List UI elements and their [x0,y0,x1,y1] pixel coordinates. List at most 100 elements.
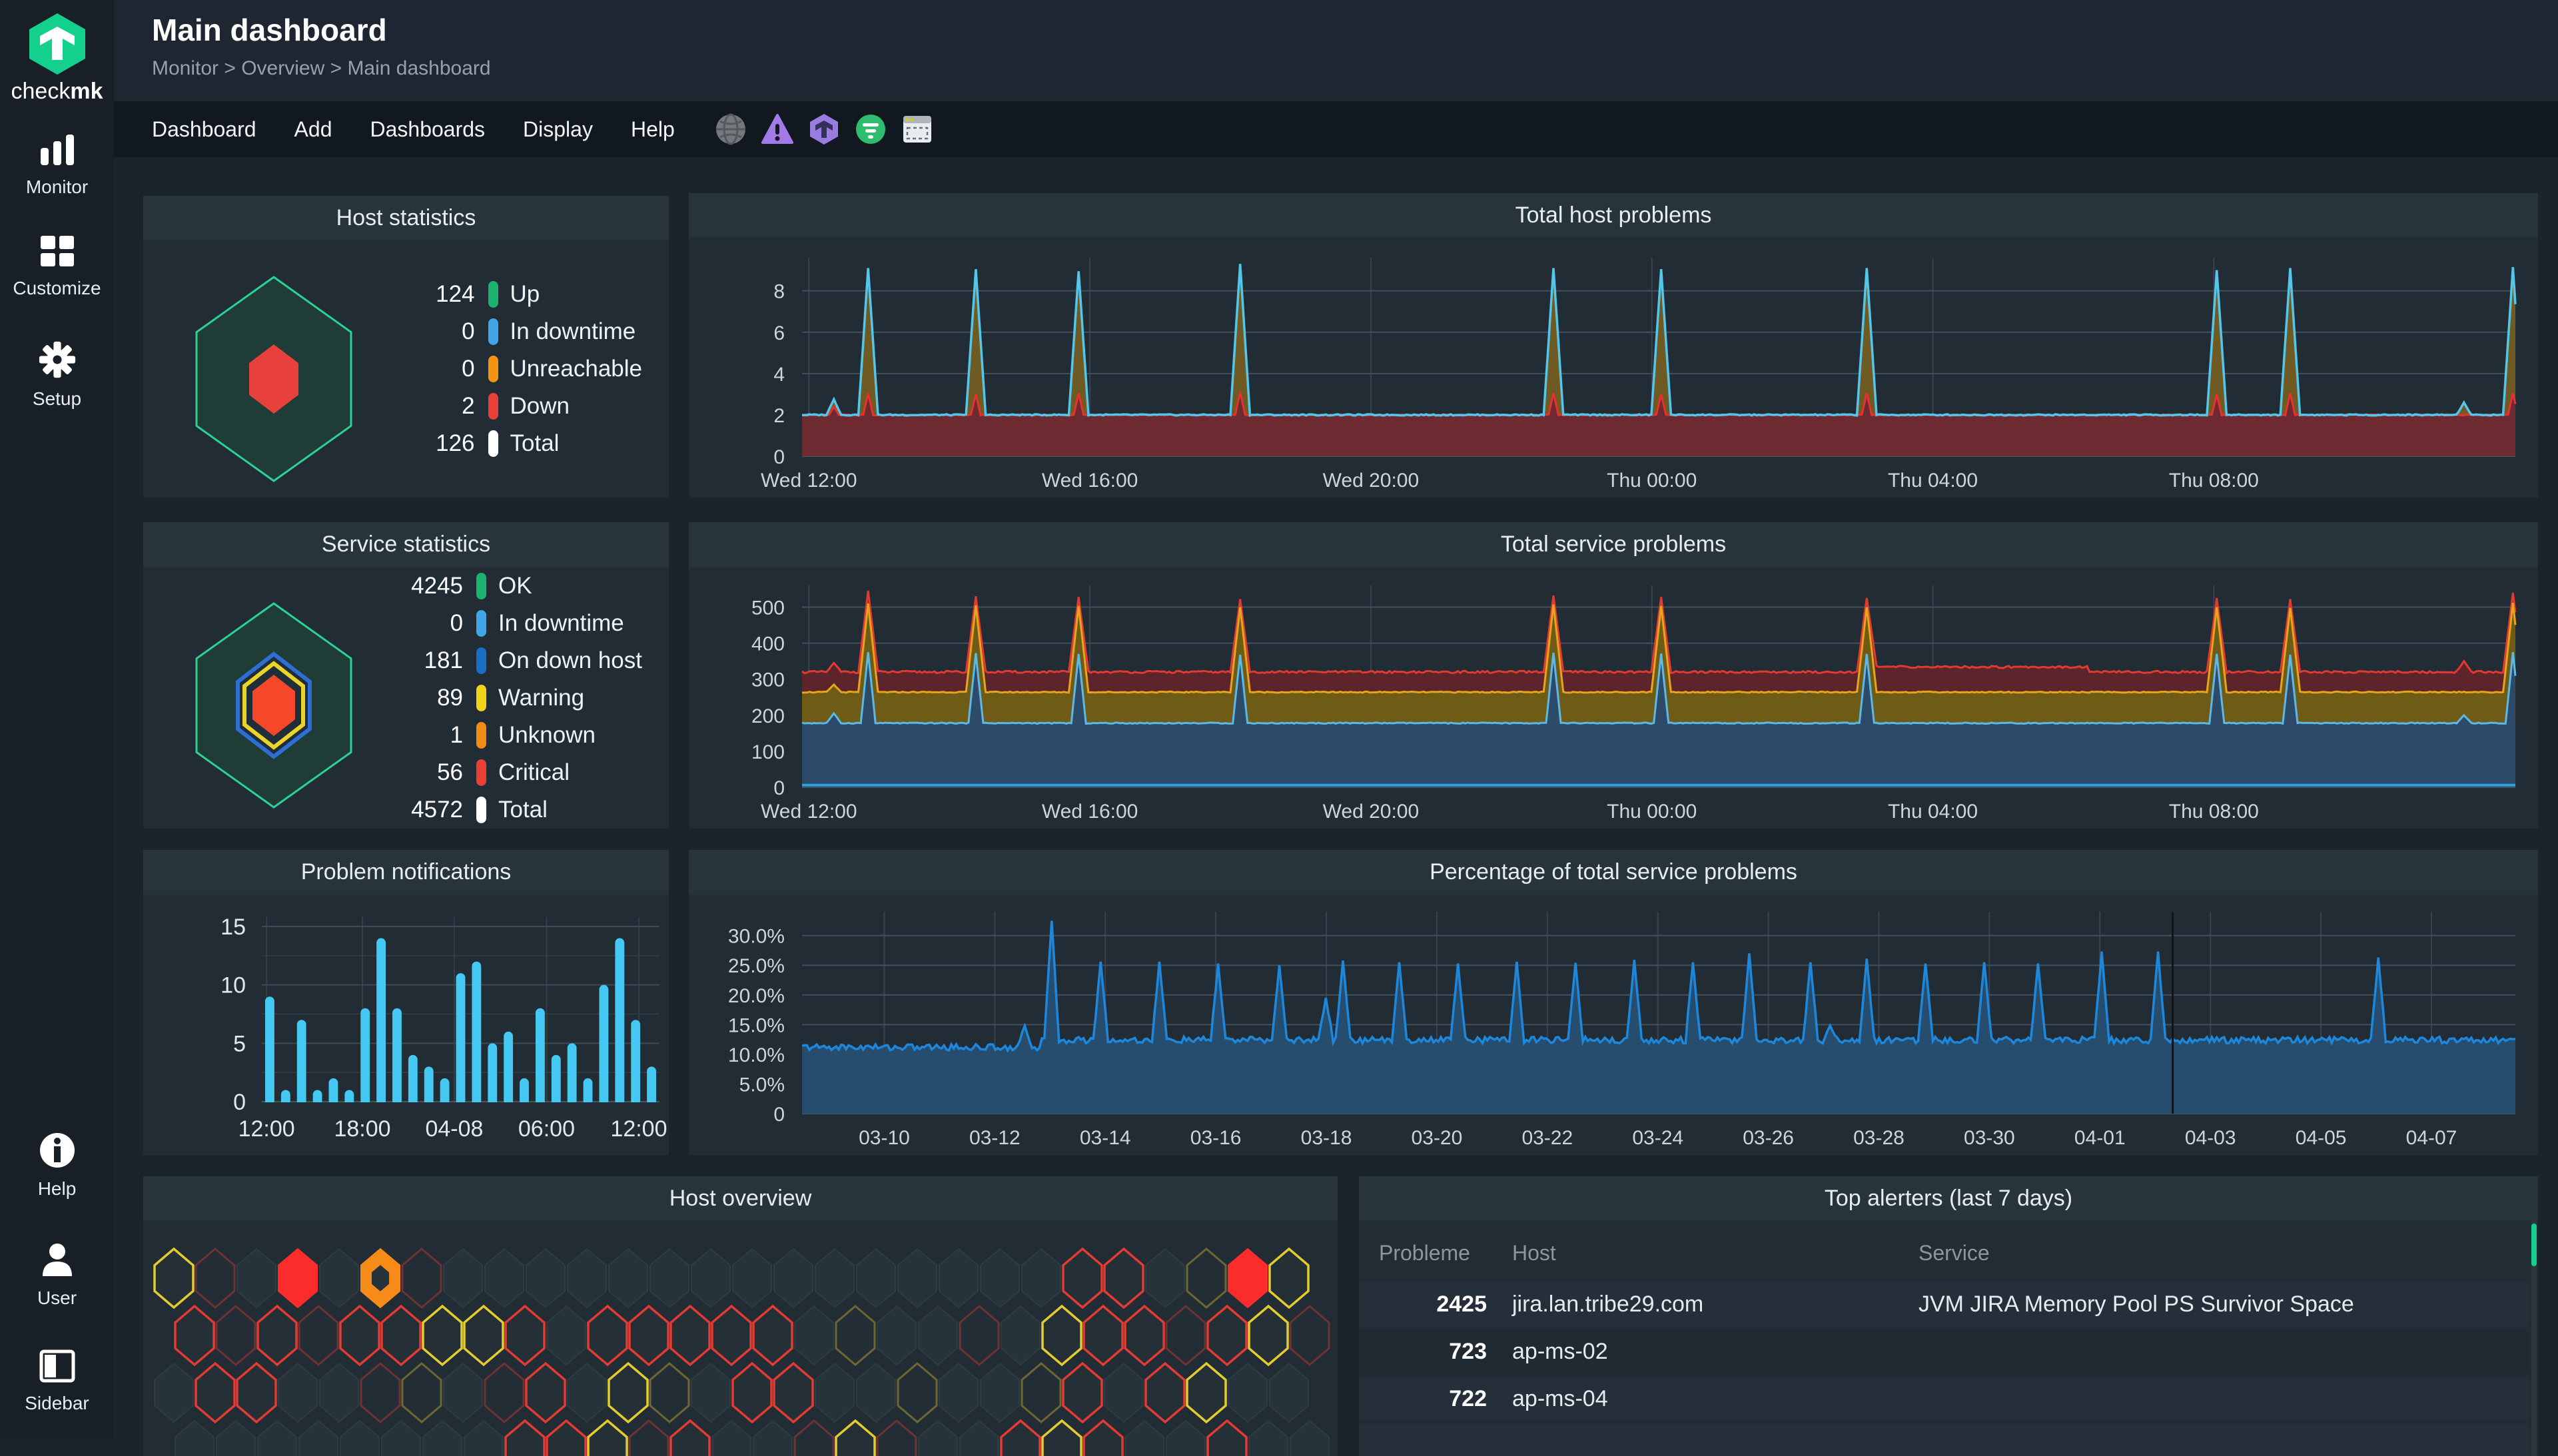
service-state-hexagon[interactable] [187,600,360,814]
host-hexagon[interactable] [1187,1249,1226,1307]
host-name[interactable]: ap-ms-02 [1512,1339,1608,1365]
globe-icon[interactable] [715,113,747,145]
host-hexagon[interactable] [1104,1363,1143,1422]
host-hexagon[interactable] [278,1249,317,1307]
host-hexagon[interactable] [340,1306,379,1365]
host-hexagon[interactable] [1187,1363,1226,1422]
host-hexagon[interactable] [919,1306,957,1365]
host-hexagon[interactable] [795,1306,833,1365]
host-hexagon[interactable] [155,1363,193,1422]
host-hexagon[interactable] [981,1363,1019,1422]
host-hexagon[interactable] [981,1249,1019,1307]
host-hexagon[interactable] [175,1306,214,1365]
host-hexagon[interactable] [939,1249,978,1307]
sidebar-item-user[interactable]: User [0,1243,114,1309]
column-header-host[interactable]: Host [1512,1241,1556,1266]
host-hexagon[interactable] [568,1249,606,1307]
host-hexagon[interactable] [1270,1249,1308,1307]
host-hexagon[interactable] [237,1249,276,1307]
window-icon[interactable] [901,113,933,145]
menu-dashboards[interactable]: Dashboards [370,117,485,142]
host-hexagon[interactable] [1228,1249,1267,1307]
host-hexagon[interactable] [464,1306,503,1365]
host-hexagon[interactable] [258,1306,296,1365]
host-hexagon[interactable] [733,1249,771,1307]
host-hexagon[interactable] [898,1249,937,1307]
menu-dashboard[interactable]: Dashboard [152,117,256,142]
host-hexagon[interactable] [815,1363,854,1422]
host-hexagon[interactable] [774,1249,813,1307]
scrollbar-thumb[interactable] [2531,1224,2537,1266]
host-hexagon[interactable] [630,1306,668,1365]
host-hexagon[interactable] [444,1363,482,1422]
host-hexagon[interactable] [609,1249,647,1307]
host-hexagon[interactable] [196,1249,234,1307]
sidebar-item-customize[interactable]: Customize [0,234,114,299]
host-hexagon[interactable] [650,1363,689,1422]
host-hexagon[interactable] [526,1363,565,1422]
checkmk-logo[interactable] [0,12,114,79]
host-hexagon[interactable] [361,1363,400,1422]
host-hexagon[interactable] [196,1363,234,1422]
table-row[interactable]: 723ap-ms-02 [1359,1329,2529,1373]
host-hexagon[interactable] [485,1363,524,1422]
host-hexagon[interactable] [753,1306,792,1365]
host-hexagon[interactable] [671,1306,709,1365]
host-hexagon[interactable] [1208,1306,1246,1365]
host-hexagon[interactable] [485,1249,524,1307]
host-hexagon[interactable] [382,1306,420,1365]
host-hexagon[interactable] [774,1363,813,1422]
menu-help[interactable]: Help [631,117,675,142]
host-state-hexagon[interactable] [187,274,360,488]
menu-display[interactable]: Display [523,117,593,142]
host-hexagon[interactable] [691,1249,730,1307]
host-hexagon[interactable] [568,1363,606,1422]
sidebar-item-monitor[interactable]: Monitor [0,133,114,198]
host-hexagon[interactable] [877,1306,916,1365]
sidebar-item-setup[interactable]: Setup [0,341,114,410]
host-hexagon[interactable] [1249,1306,1288,1365]
host-hexagon[interactable] [588,1306,627,1365]
host-hexagon[interactable] [423,1306,462,1365]
host-hexagon[interactable] [960,1306,999,1365]
host-hexagon[interactable] [1104,1249,1143,1307]
host-hexagon[interactable] [857,1363,895,1422]
host-hexagon[interactable] [1084,1306,1122,1365]
host-hexagon[interactable] [1146,1249,1184,1307]
host-hexagon[interactable] [506,1306,544,1365]
table-row[interactable]: 2425jira.lan.tribe29.comJVM JIRA Memory … [1359,1282,2529,1326]
host-hexagon[interactable] [650,1249,689,1307]
host-name[interactable]: jira.lan.tribe29.com [1512,1291,1703,1317]
host-hexagon[interactable] [216,1306,255,1365]
host-hexagon[interactable] [1001,1306,1040,1365]
table-row[interactable]: 722ap-ms-04 [1359,1377,2529,1421]
host-hexagon[interactable] [1125,1306,1164,1365]
host-hexagon[interactable] [1290,1306,1329,1365]
checkmk-hexagon-icon[interactable] [808,113,840,145]
host-hexagon[interactable] [836,1306,875,1365]
host-hexagon[interactable] [1166,1306,1205,1365]
host-hexagon[interactable] [1022,1249,1061,1307]
host-hexagon[interactable] [320,1249,358,1307]
service-name[interactable]: JVM JIRA Memory Pool PS Survivor Space [1918,1291,2354,1317]
sidebar-item-sidebar[interactable]: Sidebar [0,1349,114,1414]
host-hexagon[interactable] [691,1363,730,1422]
menu-add[interactable]: Add [294,117,332,142]
host-hexagon[interactable] [299,1306,338,1365]
warning-triangle-icon[interactable] [761,113,793,145]
host-hexagon[interactable] [1063,1249,1102,1307]
host-hexagon[interactable] [609,1363,647,1422]
host-hexagon[interactable] [815,1249,854,1307]
host-hexagon[interactable] [237,1363,276,1422]
host-hexagon[interactable] [155,1249,193,1307]
host-hexagon[interactable] [712,1306,751,1365]
host-hexagon[interactable] [939,1363,978,1422]
host-hexagon[interactable] [402,1363,441,1422]
host-hexagon[interactable] [733,1363,771,1422]
host-hexagon[interactable] [402,1249,441,1307]
host-name[interactable]: ap-ms-04 [1512,1386,1608,1412]
host-hexagon[interactable] [1063,1363,1102,1422]
column-header-service[interactable]: Service [1918,1241,1990,1266]
host-hexagon[interactable] [320,1363,358,1422]
host-hexagon[interactable] [898,1363,937,1422]
